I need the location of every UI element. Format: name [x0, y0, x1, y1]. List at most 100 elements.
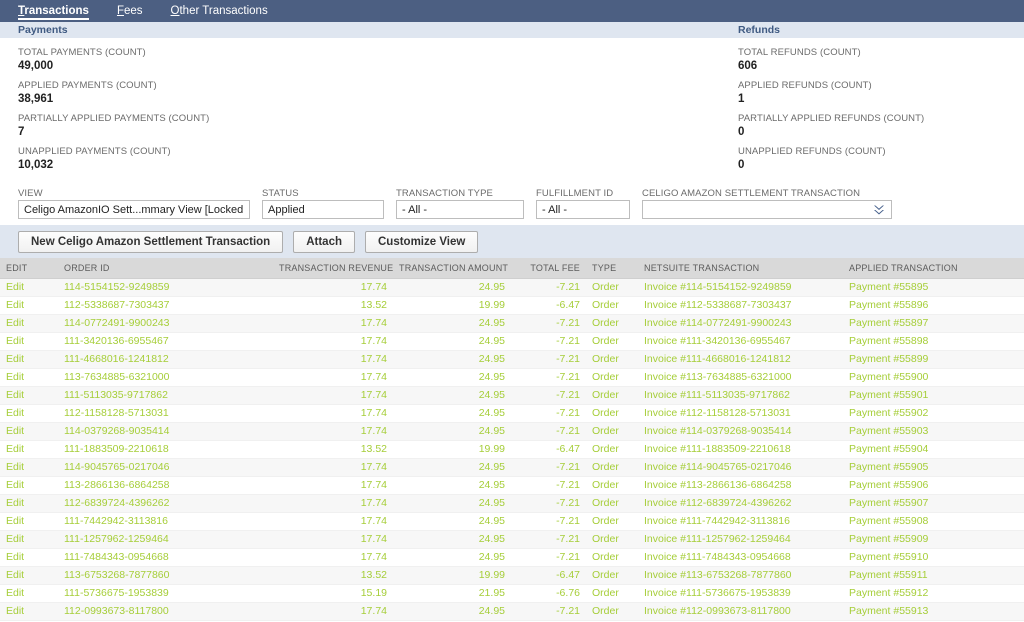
order-id-link[interactable]: 112-5338687-7303437	[58, 296, 273, 315]
edit-link-anchor[interactable]: Edit	[6, 299, 24, 311]
applied-transaction-link[interactable]: Payment #55897	[843, 314, 1024, 333]
netsuite-transaction-link-anchor[interactable]: Invoice #111-5113035-9717862	[644, 389, 790, 401]
table-row[interactable]: Edit 111-7484343-0954668 17.74 24.95 -7.21 Or…	[0, 548, 1024, 567]
netsuite-transaction-link-anchor[interactable]: Invoice #112-5338687-7303437	[644, 299, 792, 311]
applied-transaction-link-anchor[interactable]: Payment #55913	[849, 605, 928, 617]
applied-transaction-link[interactable]: Payment #55899	[843, 350, 1024, 369]
netsuite-transaction-link-anchor[interactable]: Invoice #113-2866136-6864258	[644, 479, 792, 491]
order-id-link-anchor[interactable]: 111-3420136-6955467	[64, 335, 169, 347]
order-id-link-anchor[interactable]: 113-2866136-6864258	[64, 479, 170, 491]
table-row[interactable]: Edit 112-1158128-5713031 17.74 24.95 -7.21 Or…	[0, 404, 1024, 423]
netsuite-transaction-link-anchor[interactable]: Invoice #111-7442942-3113816	[644, 515, 790, 527]
netsuite-transaction-link-anchor[interactable]: Invoice #111-1257962-1259464	[644, 533, 791, 545]
netsuite-transaction-link-anchor[interactable]: Invoice #111-5736675-1953839	[644, 587, 791, 599]
netsuite-transaction-link-anchor[interactable]: Invoice #112-0993673-8117800	[644, 605, 791, 617]
netsuite-transaction-link[interactable]: Invoice #114-5154152-9249859	[638, 278, 843, 297]
netsuite-transaction-link-anchor[interactable]: Invoice #111-4668016-1241812	[644, 353, 791, 365]
netsuite-transaction-link[interactable]: Invoice #111-5736675-1953839	[638, 584, 843, 603]
applied-transaction-link[interactable]: Payment #55911	[843, 566, 1024, 585]
edit-link[interactable]: Edit	[0, 494, 58, 513]
status-select[interactable]: Applied	[262, 200, 384, 219]
edit-link-anchor[interactable]: Edit	[6, 533, 24, 545]
edit-link[interactable]: Edit	[0, 530, 58, 549]
order-id-link[interactable]: 113-6753268-7877860	[58, 566, 273, 585]
netsuite-transaction-link-anchor[interactable]: Invoice #114-5154152-9249859	[644, 281, 792, 293]
applied-transaction-link[interactable]: Payment #55901	[843, 386, 1024, 405]
edit-link-anchor[interactable]: Edit	[6, 551, 24, 563]
edit-link[interactable]: Edit	[0, 602, 58, 621]
edit-link-anchor[interactable]: Edit	[6, 443, 24, 455]
table-row[interactable]: Edit 111-1883509-2210618 13.52 19.99 -6.47 Or…	[0, 440, 1024, 459]
edit-link-anchor[interactable]: Edit	[6, 425, 24, 437]
order-id-link[interactable]: 111-1257962-1259464	[58, 530, 273, 549]
applied-transaction-link[interactable]: Payment #55912	[843, 584, 1024, 603]
table-row[interactable]: Edit 114-0379268-9035414 17.74 24.95 -7.21 Or…	[0, 422, 1024, 441]
edit-link[interactable]: Edit	[0, 296, 58, 315]
column-header-applied-transaction[interactable]: APPLIED TRANSACTION	[843, 258, 1024, 279]
netsuite-transaction-link[interactable]: Invoice #113-2866136-6864258	[638, 476, 843, 495]
netsuite-transaction-link-anchor[interactable]: Invoice #113-7634885-6321000	[644, 371, 792, 383]
applied-transaction-link[interactable]: Payment #55900	[843, 368, 1024, 387]
edit-link-anchor[interactable]: Edit	[6, 497, 24, 509]
order-id-link-anchor[interactable]: 112-6839724-4396262	[64, 497, 170, 509]
netsuite-transaction-link-anchor[interactable]: Invoice #112-6839724-4396262	[644, 497, 792, 509]
applied-transaction-link[interactable]: Payment #55908	[843, 512, 1024, 531]
order-id-link-anchor[interactable]: 114-9045765-0217046	[64, 461, 170, 473]
column-header-transaction-amount[interactable]: TRANSACTION AMOUNT	[393, 258, 511, 279]
edit-link-anchor[interactable]: Edit	[6, 317, 24, 329]
applied-transaction-link[interactable]: Payment #55907	[843, 494, 1024, 513]
table-row[interactable]: Edit 113-6753268-7877860 13.52 19.99 -6.47 Or…	[0, 566, 1024, 585]
attach-button[interactable]: Attach	[293, 230, 355, 253]
order-id-link-anchor[interactable]: 111-7484343-0954668	[64, 551, 169, 563]
applied-transaction-link-anchor[interactable]: Payment #55911	[849, 569, 928, 581]
edit-link[interactable]: Edit	[0, 584, 58, 603]
applied-transaction-link-anchor[interactable]: Payment #55898	[849, 335, 928, 347]
netsuite-transaction-link[interactable]: Invoice #112-5338687-7303437	[638, 296, 843, 315]
netsuite-transaction-link[interactable]: Invoice #112-6839724-4396262	[638, 494, 843, 513]
edit-link-anchor[interactable]: Edit	[6, 605, 24, 617]
table-row[interactable]: Edit 111-7442942-3113816 17.74 24.95 -7.21 Or…	[0, 512, 1024, 531]
netsuite-transaction-link-anchor[interactable]: Invoice #113-6753268-7877860	[644, 569, 792, 581]
applied-transaction-link[interactable]: Payment #55898	[843, 332, 1024, 351]
applied-transaction-link-anchor[interactable]: Payment #55912	[849, 587, 928, 599]
edit-link-anchor[interactable]: Edit	[6, 335, 24, 347]
netsuite-transaction-link[interactable]: Invoice #112-0993673-8117800	[638, 602, 843, 621]
order-id-link-anchor[interactable]: 113-7634885-6321000	[64, 371, 170, 383]
applied-transaction-link[interactable]: Payment #55904	[843, 440, 1024, 459]
order-id-link[interactable]: 113-2866136-6864258	[58, 476, 273, 495]
netsuite-transaction-link[interactable]: Invoice #112-1158128-5713031	[638, 404, 843, 423]
applied-transaction-link-anchor[interactable]: Payment #55896	[849, 299, 928, 311]
edit-link[interactable]: Edit	[0, 368, 58, 387]
applied-transaction-link-anchor[interactable]: Payment #55897	[849, 317, 928, 329]
edit-link-anchor[interactable]: Edit	[6, 569, 24, 581]
applied-transaction-link-anchor[interactable]: Payment #55899	[849, 353, 928, 365]
order-id-link[interactable]: 114-5154152-9249859	[58, 278, 273, 297]
tab-fees[interactable]: Fees	[117, 0, 157, 22]
applied-transaction-link[interactable]: Payment #55906	[843, 476, 1024, 495]
table-row[interactable]: Edit 113-7634885-6321000 17.74 24.95 -7.21 Or…	[0, 368, 1024, 387]
view-select[interactable]: Celigo AmazonIO Sett...mmary View [Locke…	[18, 200, 250, 219]
table-row[interactable]: Edit 111-5736675-1953839 15.19 21.95 -6.76 Or…	[0, 584, 1024, 603]
order-id-link-anchor[interactable]: 113-6753268-7877860	[64, 569, 170, 581]
edit-link[interactable]: Edit	[0, 278, 58, 297]
order-id-link[interactable]: 111-7484343-0954668	[58, 548, 273, 567]
edit-link[interactable]: Edit	[0, 332, 58, 351]
edit-link[interactable]: Edit	[0, 404, 58, 423]
netsuite-transaction-link[interactable]: Invoice #113-6753268-7877860	[638, 566, 843, 585]
edit-link-anchor[interactable]: Edit	[6, 281, 24, 293]
order-id-link-anchor[interactable]: 112-0993673-8117800	[64, 605, 169, 617]
order-id-link-anchor[interactable]: 111-1883509-2210618	[64, 443, 169, 455]
applied-transaction-link[interactable]: Payment #55913	[843, 602, 1024, 621]
order-id-link[interactable]: 112-1158128-5713031	[58, 404, 273, 423]
edit-link[interactable]: Edit	[0, 350, 58, 369]
edit-link[interactable]: Edit	[0, 566, 58, 585]
netsuite-transaction-link-anchor[interactable]: Invoice #111-3420136-6955467	[644, 335, 791, 347]
transaction-type-select[interactable]: - All -	[396, 200, 524, 219]
column-header-type[interactable]: TYPE	[586, 258, 638, 279]
table-row[interactable]: Edit 112-5338687-7303437 13.52 19.99 -6.47 Or…	[0, 296, 1024, 315]
edit-link-anchor[interactable]: Edit	[6, 389, 24, 401]
netsuite-transaction-link[interactable]: Invoice #113-7634885-6321000	[638, 368, 843, 387]
applied-transaction-link-anchor[interactable]: Payment #55903	[849, 425, 928, 437]
table-row[interactable]: Edit 114-9045765-0217046 17.74 24.95 -7.21 Or…	[0, 458, 1024, 477]
netsuite-transaction-link[interactable]: Invoice #111-1883509-2210618	[638, 440, 843, 459]
